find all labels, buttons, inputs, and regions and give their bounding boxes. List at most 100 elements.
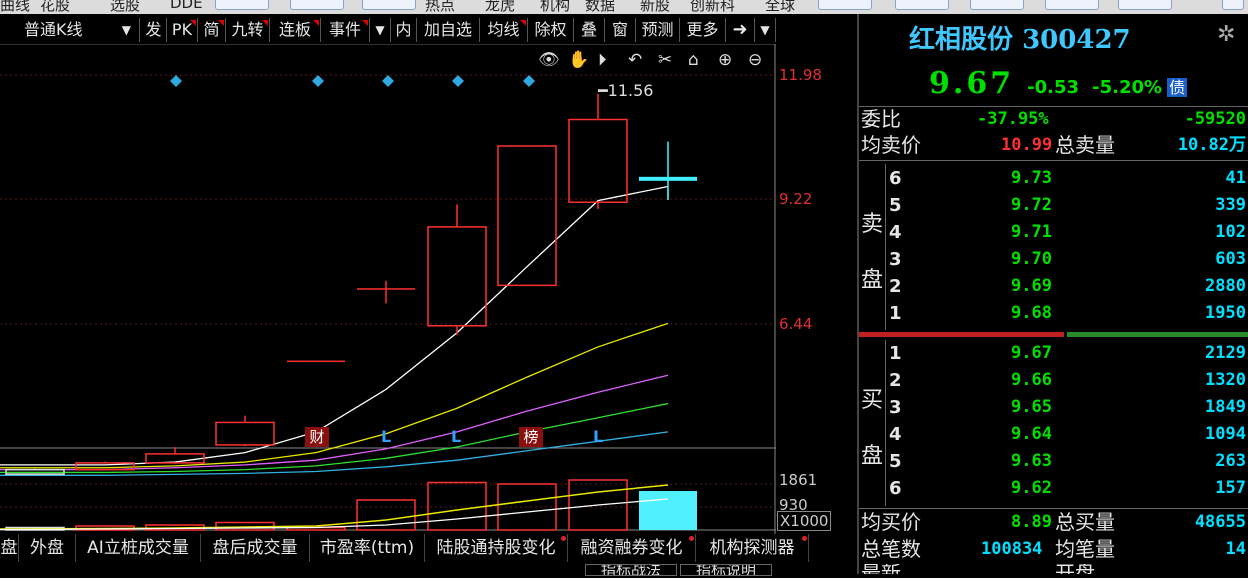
moving-average-line: [0, 431, 669, 476]
toolbar-item-add-favorite[interactable]: 加自选: [417, 18, 480, 42]
toolbar-item-junxian[interactable]: 均线: [480, 18, 528, 42]
chevron-down-icon[interactable]: ▼: [370, 18, 391, 42]
top-menu-item[interactable]: 机构: [540, 0, 570, 14]
buy-level-row[interactable]: 1 9.67 2129: [859, 342, 1248, 365]
signal-diamond-icon[interactable]: [523, 75, 535, 87]
buy-level-index: 3: [889, 397, 902, 418]
event-marker-l[interactable]: L: [381, 427, 391, 446]
signal-diamond-icon[interactable]: [170, 75, 182, 87]
top-menu-item[interactable]: 创新科: [690, 0, 735, 14]
top-menu-button[interactable]: [970, 0, 1024, 10]
eye-icon[interactable]: 👁: [538, 50, 560, 70]
volume-axis-label: 1861: [779, 471, 818, 489]
period-select[interactable]: 普通K线 ▼: [0, 18, 140, 42]
top-menu-button[interactable]: [895, 0, 949, 10]
top-menu-button[interactable]: [1045, 0, 1099, 10]
toolbar-item-die[interactable]: 叠: [574, 18, 605, 42]
scissors-icon[interactable]: ✂: [658, 50, 672, 70]
weibi-row: 委比 -37.95% -59520: [859, 108, 1248, 131]
bottom-tab[interactable]: 盘后成交量: [201, 534, 310, 562]
toolbar-item-chuang[interactable]: 窗: [605, 18, 636, 42]
toolbar-item-nei[interactable]: 内: [391, 18, 417, 42]
kline-chart[interactable]: 👁 ✋ ⏵ ↶ ✂ ⌂ ⊕ ⊖ 11.98 9.22 6.44 ━11.56 财…: [0, 44, 832, 574]
candle-body: [497, 145, 557, 287]
sell-level-row[interactable]: 5 9.72 339: [859, 194, 1248, 217]
top-menu-item[interactable]: 数据: [585, 0, 615, 14]
bond-badge[interactable]: 债: [1167, 78, 1188, 97]
bottom-tab[interactable]: 盘: [0, 534, 19, 562]
candle-body: [357, 288, 415, 290]
buy-level-row[interactable]: 3 9.65 1849: [859, 396, 1248, 419]
buy-level-index: 6: [889, 478, 902, 499]
kline-chart-svg[interactable]: [0, 44, 776, 574]
sell-level-row[interactable]: 1 9.68 1950: [859, 302, 1248, 325]
toolbar-item-yuce[interactable]: 预测: [636, 18, 680, 42]
bottom-tab[interactable]: 市盈率(ttm): [310, 534, 425, 562]
bottom-tab[interactable]: 外盘: [19, 534, 76, 562]
bottom-subtab[interactable]: 指标说明: [680, 564, 772, 576]
top-menu-item[interactable]: 全球: [765, 0, 795, 14]
top-menu-item[interactable]: 热点: [425, 0, 455, 14]
toolbar-item-jiuzhuan[interactable]: 九转: [226, 18, 270, 42]
chart-tools: 👁 ✋ ⏵ ↶ ✂ ⌂ ⊕ ⊖: [538, 50, 773, 70]
hand-icon[interactable]: ✋: [568, 50, 589, 70]
toolbar-item-chuquan[interactable]: 除权: [528, 18, 574, 42]
sell-level-qty: 102: [1215, 222, 1246, 242]
toolbar-item-fa[interactable]: 发: [141, 18, 167, 42]
top-menu-button[interactable]: [362, 0, 416, 10]
event-marker-l[interactable]: L: [451, 427, 461, 446]
buy-level-qty: 2129: [1205, 343, 1246, 363]
toolbar-item-lianban[interactable]: 连板: [270, 18, 321, 42]
chevron-down-icon[interactable]: ▼: [755, 18, 776, 42]
moving-average-line: [0, 374, 669, 471]
event-marker-l[interactable]: L: [593, 427, 603, 446]
event-marker-bang[interactable]: 榜: [519, 427, 543, 447]
top-menu-button[interactable]: [290, 0, 344, 10]
toolbar-item-more[interactable]: 更多: [680, 18, 726, 42]
top-menu-item[interactable]: 花股: [40, 0, 70, 14]
buy-level-index: 2: [889, 370, 902, 391]
top-menu-button[interactable]: [818, 0, 872, 10]
candle-body: [639, 176, 697, 181]
bottom-tab[interactable]: AI立桩成交量: [76, 534, 201, 562]
lock-icon[interactable]: ⌂: [688, 50, 699, 70]
top-menu-item[interactable]: 龙虎: [485, 0, 515, 14]
quote-panel: 红相股份 300427 ✲ 9.67 -0.53 -5.20% 债 委比 -37…: [857, 14, 1248, 574]
top-menu-item[interactable]: DDE: [170, 0, 203, 12]
zoom-in-icon[interactable]: ⊕: [718, 50, 732, 70]
bottom-tab[interactable]: 陆股通持股变化: [425, 534, 568, 562]
sell-level-row[interactable]: 6 9.73 41: [859, 167, 1248, 190]
play-icon[interactable]: ⏵: [598, 50, 607, 70]
pin-right-icon[interactable]: ➜: [726, 18, 755, 42]
sell-level-row[interactable]: 2 9.69 2880: [859, 275, 1248, 298]
bottom-tab[interactable]: 融资融券变化: [568, 534, 696, 562]
top-menu-button[interactable]: [1118, 0, 1172, 10]
volume-bar: [427, 481, 487, 531]
signal-diamond-icon[interactable]: [382, 75, 394, 87]
buy-level-row[interactable]: 5 9.63 263: [859, 450, 1248, 473]
gear-icon[interactable]: ✲: [1217, 22, 1235, 47]
top-menu-item[interactable]: 选股: [110, 0, 140, 14]
top-menu-item[interactable]: 曲线: [0, 0, 30, 14]
bottom-subtab[interactable]: 指标战法: [585, 564, 677, 576]
signal-diamond-icon[interactable]: [312, 75, 324, 87]
bottom-tab[interactable]: 机构探测器: [696, 534, 809, 562]
top-menu-button[interactable]: [215, 0, 269, 10]
top-menu-button[interactable]: [1222, 0, 1244, 10]
toolbar-item-shijian[interactable]: 事件: [321, 18, 370, 42]
avg-sell-label: 均卖价: [861, 133, 921, 157]
buy-level-row[interactable]: 6 9.62 157: [859, 477, 1248, 500]
zoom-out-icon[interactable]: ⊖: [748, 50, 762, 70]
sell-level-row[interactable]: 3 9.70 603: [859, 248, 1248, 271]
toolbar-item-pk[interactable]: PK: [167, 18, 198, 42]
sell-level-row[interactable]: 4 9.71 102: [859, 221, 1248, 244]
buy-level-row[interactable]: 4 9.64 1094: [859, 423, 1248, 446]
signal-diamond-icon[interactable]: [452, 75, 464, 87]
event-marker-cai[interactable]: 财: [305, 427, 329, 447]
buy-level-price: 9.64: [1011, 424, 1052, 444]
toolbar-item-jian[interactable]: 简: [198, 18, 226, 42]
chart-toolbar: 普通K线 ▼ 发 PK 简 九转 连板 事件 ▼ 内 加自选 均线 除权 叠 窗…: [0, 14, 776, 45]
top-menu-item[interactable]: 新股: [640, 0, 670, 14]
buy-level-row[interactable]: 2 9.66 1320: [859, 369, 1248, 392]
undo-icon[interactable]: ↶: [628, 50, 642, 70]
